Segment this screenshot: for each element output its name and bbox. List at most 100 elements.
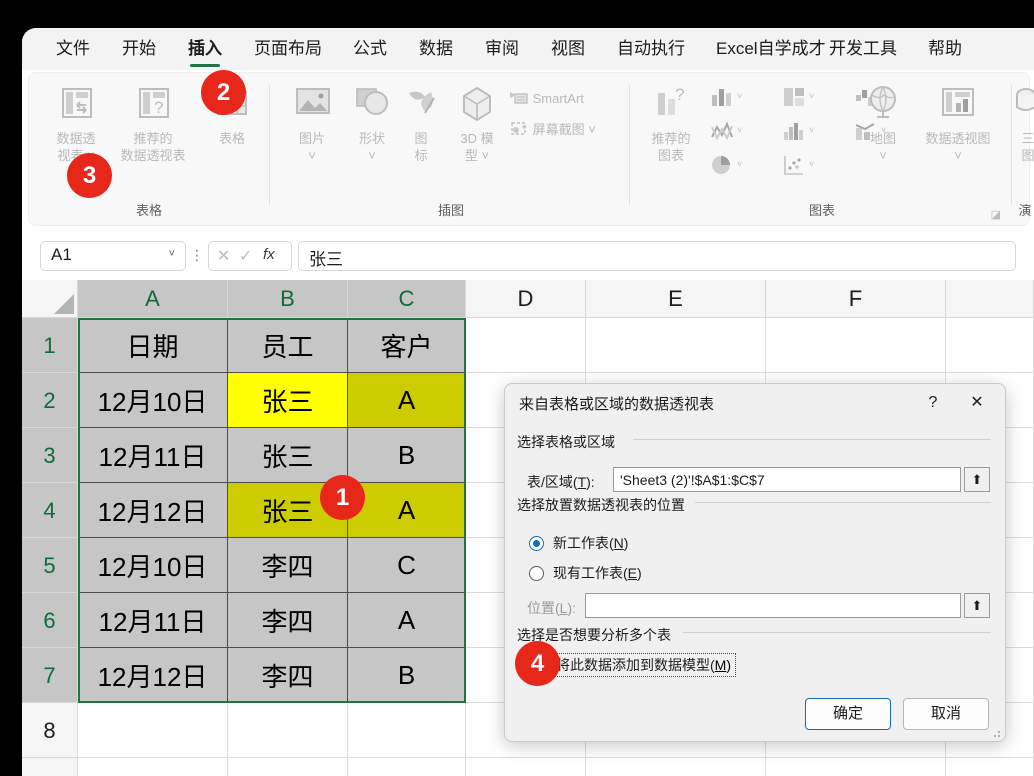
scatter-chart-chevron-down-icon[interactable]: ˅ [809, 159, 814, 169]
map-chevron-down-icon[interactable]: ˅ [859, 148, 907, 163]
radio-existing-worksheet[interactable] [529, 566, 544, 581]
formula-bar-grip[interactable]: ⋮ [190, 247, 204, 264]
statistic-chart-chevron-down-icon[interactable]: ˅ [809, 125, 814, 135]
col-header-f[interactable]: F [766, 280, 946, 318]
cell-d1[interactable] [466, 318, 586, 373]
radio-existing-worksheet-label[interactable]: 现有工作表(E) [553, 563, 642, 583]
tab-excel-self-study[interactable]: Excel自学成才 [716, 34, 826, 64]
cell-c3[interactable]: B [348, 428, 466, 483]
cell-c2[interactable]: A [348, 373, 466, 428]
row-header-4[interactable]: 4 [22, 483, 78, 538]
recommended-charts-button[interactable]: ? 推荐的 图表 [637, 83, 705, 163]
cell-b2[interactable]: 张三 [228, 373, 348, 428]
cell-e1[interactable] [586, 318, 766, 373]
cell-a5[interactable]: 12月10日 [78, 538, 228, 593]
charts-dialog-launcher[interactable]: ◪ [991, 208, 1001, 221]
3d-model-button[interactable]: 3D 模 型 ˅ [449, 83, 505, 163]
icons-button[interactable]: 图 标 [401, 83, 441, 163]
help-icon[interactable]: ? [919, 390, 947, 416]
col-header-g[interactable] [946, 280, 1034, 318]
insert-function-icon[interactable]: fx [263, 246, 275, 263]
range-input[interactable]: 'Sheet3 (2)'!$A$1:$C$7 [613, 467, 961, 492]
cell-a6[interactable]: 12月11日 [78, 593, 228, 648]
radio-new-worksheet[interactable] [529, 536, 544, 551]
tab-automate[interactable]: 自动执行 [617, 34, 685, 64]
cancel-icon[interactable]: ✕ [217, 246, 230, 266]
cell-g9[interactable] [946, 758, 1034, 776]
screenshot-button[interactable]: 屏幕截图 ˅ [509, 119, 596, 141]
cell-b7[interactable]: 李四 [228, 648, 348, 703]
dialog-resize-grip[interactable] [991, 728, 1001, 738]
pivottable-button[interactable]: 数据透 视表 ˅ [45, 83, 107, 163]
location-input[interactable] [585, 593, 961, 618]
cell-e9[interactable] [586, 758, 766, 776]
hierarchy-chart-chevron-down-icon[interactable]: ˅ [809, 91, 814, 101]
cell-c9[interactable] [348, 758, 466, 776]
cell-b6[interactable]: 李四 [228, 593, 348, 648]
location-picker-button[interactable]: ⬆ [964, 593, 990, 618]
scatter-chart-button[interactable]: ˅ [781, 153, 814, 182]
cell-c4[interactable]: A [348, 483, 466, 538]
name-box[interactable]: A1 ˅ [40, 241, 186, 271]
column-chart-chevron-down-icon[interactable]: ˅ [737, 91, 742, 101]
pie-chart-button[interactable]: ˅ [709, 153, 742, 182]
select-all-corner[interactable] [22, 280, 78, 318]
column-chart-button[interactable]: ˅ [709, 85, 742, 114]
tab-page-layout[interactable]: 页面布局 [254, 34, 322, 64]
cell-a3[interactable]: 12月11日 [78, 428, 228, 483]
tab-view[interactable]: 视图 [551, 34, 585, 64]
col-header-c[interactable]: C [348, 280, 466, 318]
pivotchart-button[interactable]: 数据透视图 ˅ [915, 83, 1001, 163]
cell-b5[interactable]: 李四 [228, 538, 348, 593]
tab-file[interactable]: 文件 [56, 34, 90, 64]
cell-a9[interactable] [78, 758, 228, 776]
hierarchy-chart-button[interactable]: ˅ [781, 85, 814, 114]
cell-b1[interactable]: 员工 [228, 318, 348, 373]
name-box-chevron-down-icon[interactable]: ˅ [169, 248, 175, 260]
row-header-3[interactable]: 3 [22, 428, 78, 483]
tab-insert[interactable]: 插入 [188, 34, 222, 67]
line-chart-chevron-down-icon[interactable]: ˅ [737, 125, 742, 135]
cell-f1[interactable] [766, 318, 946, 373]
ok-button[interactable]: 确定 [805, 698, 891, 730]
cell-c6[interactable]: A [348, 593, 466, 648]
cell-f9[interactable] [766, 758, 946, 776]
formula-input[interactable]: 张三 [298, 241, 1016, 271]
cell-b9[interactable] [228, 758, 348, 776]
cell-a4[interactable]: 12月12日 [78, 483, 228, 538]
tab-data[interactable]: 数据 [419, 34, 453, 64]
row-header-5[interactable]: 5 [22, 538, 78, 593]
tab-home[interactable]: 开始 [122, 34, 156, 64]
map-button[interactable]: 地图 ˅ [859, 83, 907, 163]
cell-a8[interactable] [78, 703, 228, 758]
row-header-7[interactable]: 7 [22, 648, 78, 703]
row-header-9[interactable]: 9 [22, 758, 78, 776]
row-header-1[interactable]: 1 [22, 318, 78, 373]
cell-c8[interactable] [348, 703, 466, 758]
statistic-chart-button[interactable]: ˅ [781, 119, 814, 148]
smartart-button[interactable]: SmartArt [509, 89, 584, 110]
line-chart-button[interactable]: ˅ [709, 119, 742, 148]
cell-d9[interactable] [466, 758, 586, 776]
pictures-button[interactable]: 图片 ˅ [281, 83, 343, 163]
recommended-pivottable-button[interactable]: ? 推荐的 数据透视表 [111, 83, 195, 163]
col-header-e[interactable]: E [586, 280, 766, 318]
tab-review[interactable]: 审阅 [485, 34, 519, 64]
cell-a2[interactable]: 12月10日 [78, 373, 228, 428]
tab-formulas[interactable]: 公式 [353, 34, 387, 64]
add-to-data-model-label[interactable]: 将此数据添加到数据模型(M) [551, 653, 737, 677]
pivotchart-chevron-down-icon[interactable]: ˅ [915, 148, 1001, 163]
cell-a7[interactable]: 12月12日 [78, 648, 228, 703]
radio-new-worksheet-label[interactable]: 新工作表(N) [553, 533, 628, 553]
cell-c7[interactable]: B [348, 648, 466, 703]
pie-chart-chevron-down-icon[interactable]: ˅ [737, 159, 742, 169]
tab-help[interactable]: 帮助 [928, 34, 962, 64]
cell-b3[interactable]: 张三 [228, 428, 348, 483]
close-icon[interactable]: ✕ [963, 390, 991, 416]
cell-g1[interactable] [946, 318, 1034, 373]
cancel-button[interactable]: 取消 [903, 698, 989, 730]
row-header-8[interactable]: 8 [22, 703, 78, 758]
range-picker-button[interactable]: ⬆ [964, 467, 990, 492]
pictures-chevron-down-icon[interactable]: ˅ [281, 148, 343, 163]
3d-map-button[interactable]: 三 图 [1011, 83, 1034, 163]
